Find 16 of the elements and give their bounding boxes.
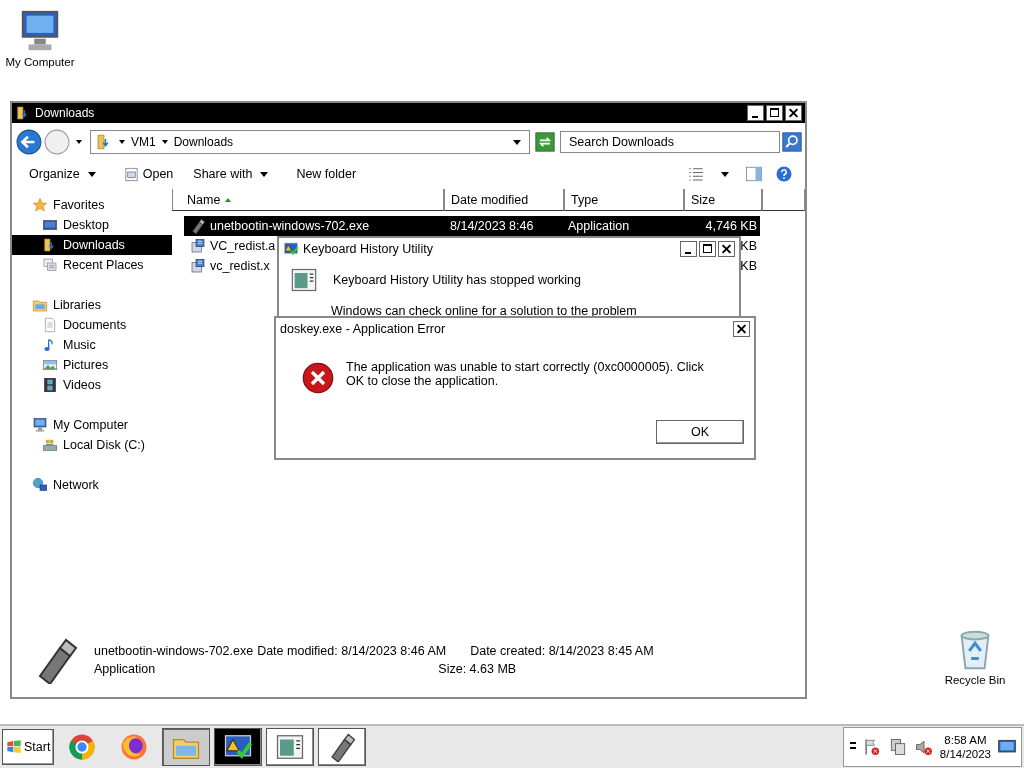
window-title: Downloads: [35, 106, 96, 120]
file-type: Application: [568, 219, 630, 233]
details-size: Size: 4.63 MB: [438, 662, 517, 676]
dialog-text: Windows can check online for a solution to the problem: [330, 303, 638, 318]
details-file-type: Application: [94, 662, 157, 676]
file-size: 4,746 KB: [705, 219, 757, 233]
dialog-title: doskey.exe - Application Error: [280, 322, 447, 336]
details-date-created: Date created: 8/14/2023 8:45 AM: [470, 644, 654, 658]
file-size: KB: [740, 239, 757, 253]
dialog-title: Keyboard History Utility: [303, 242, 434, 256]
dialog-message: Keyboard History Utility has stopped working: [333, 273, 582, 287]
date-modified: 8/14/2023 8:46: [450, 219, 534, 233]
file-size: KB: [740, 259, 757, 273]
error-message: The application was unable to start correctly (0xc0000005). Click OK to close the application.: [346, 360, 705, 388]
details-file-name: unetbootin-windows-702.exe: [94, 644, 254, 658]
details-date-modified: Date modified: 8/14/2023 8:46 AM: [257, 644, 447, 658]
